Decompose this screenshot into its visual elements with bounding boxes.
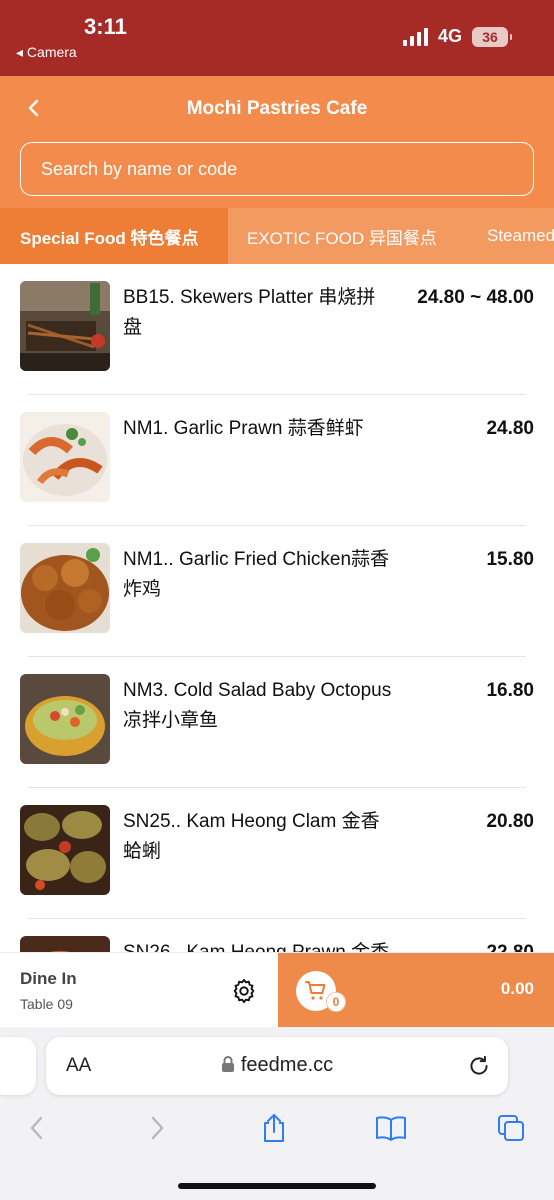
gear-icon bbox=[233, 978, 255, 1004]
tabs-icon bbox=[498, 1115, 524, 1141]
item-price: 15.80 bbox=[486, 549, 534, 570]
prawn-photo bbox=[20, 936, 110, 952]
url-text: feedme.cc bbox=[240, 1054, 334, 1076]
reload-icon bbox=[470, 1055, 488, 1075]
menu-item[interactable]: NM3. Cold Salad Baby Octopus 凉拌小章鱼 16.80 bbox=[0, 657, 554, 788]
menu-item[interactable]: SN26.. Kam Heong Prawn 金香鲜虾 22.80 bbox=[0, 919, 554, 952]
chicken-photo bbox=[20, 543, 110, 633]
browser-toolbar bbox=[0, 1111, 554, 1147]
battery-level: 36 bbox=[482, 28, 498, 45]
tab-steamed[interactable]: Steamed bbox=[487, 208, 554, 264]
menu-item[interactable]: NM1.. Garlic Fried Chicken蒜香炸鸡 15.80 bbox=[0, 526, 554, 657]
item-price: 24.80 bbox=[486, 418, 534, 439]
menu-item[interactable]: SN25.. Kam Heong Clam 金香蛤蜊 20.80 bbox=[0, 788, 554, 919]
order-bar: Dine In Table 09 0 0.00 bbox=[0, 952, 554, 1028]
item-price: 22.80 bbox=[486, 938, 534, 952]
item-name: NM1. Garlic Prawn 蒜香鲜虾 bbox=[123, 418, 364, 439]
home-indicator bbox=[178, 1183, 376, 1189]
browser-chrome: AA feedme.cc bbox=[0, 1027, 554, 1200]
item-name: BB15. Skewers Platter 串烧拼盘 bbox=[123, 287, 376, 338]
back-to-camera-link[interactable]: ◂ Camera bbox=[16, 44, 77, 61]
url-display[interactable]: feedme.cc bbox=[46, 1054, 508, 1077]
category-tabs: Special Food 特色餐点 EXOTIC FOOD 异国餐点 Steam… bbox=[0, 208, 554, 264]
share-icon bbox=[264, 1114, 284, 1142]
menu-item[interactable]: BB15. Skewers Platter 串烧拼盘 24.80 ~ 48.00 bbox=[0, 264, 554, 395]
item-price: 16.80 bbox=[486, 680, 534, 701]
status-indicators: 4G 36 bbox=[402, 26, 512, 47]
item-name: NM3. Cold Salad Baby Octopus 凉拌小章鱼 bbox=[123, 680, 392, 731]
page-title: Mochi Pastries Cafe bbox=[186, 98, 368, 119]
app-header: Mochi Pastries Cafe bbox=[0, 76, 554, 208]
browser-back-button[interactable] bbox=[20, 1111, 54, 1145]
browser-forward-button[interactable] bbox=[140, 1111, 174, 1145]
cart-count-badge: 0 bbox=[326, 992, 346, 1012]
lock-icon bbox=[221, 1056, 234, 1072]
signal-icon bbox=[402, 27, 428, 46]
item-name: SN26.. Kam Heong Prawn 金香鲜虾 bbox=[123, 938, 393, 952]
settings-button[interactable] bbox=[230, 977, 258, 1005]
status-time: 3:11 bbox=[84, 14, 127, 39]
cart-button[interactable]: 0 0.00 bbox=[278, 953, 554, 1028]
item-name: NM1.. Garlic Fried Chicken蒜香炸鸡 bbox=[123, 549, 390, 600]
skewers-photo bbox=[20, 281, 110, 371]
battery-icon: 36 bbox=[472, 26, 512, 47]
prawn-photo bbox=[20, 412, 110, 502]
chevron-left-icon bbox=[30, 1116, 43, 1140]
item-price: 20.80 bbox=[486, 811, 534, 832]
menu-item[interactable]: NM1. Garlic Prawn 蒜香鲜虾 24.80 bbox=[0, 395, 554, 526]
tabs-button[interactable] bbox=[494, 1111, 528, 1145]
dine-mode-label[interactable]: Dine In bbox=[20, 969, 77, 989]
bookmarks-button[interactable] bbox=[374, 1111, 408, 1145]
status-bar: 3:11 ◂ Camera 4G 36 bbox=[0, 0, 554, 76]
cart-icon bbox=[305, 981, 326, 1000]
reload-button[interactable] bbox=[466, 1053, 492, 1079]
item-name: SN25.. Kam Heong Clam 金香蛤蜊 bbox=[123, 811, 380, 862]
network-type: 4G bbox=[437, 26, 462, 46]
chevron-right-icon bbox=[151, 1116, 164, 1140]
search-input[interactable] bbox=[20, 142, 534, 196]
cart-total: 0.00 bbox=[500, 979, 534, 998]
octopus-salad-photo bbox=[20, 674, 110, 764]
share-button[interactable] bbox=[257, 1111, 291, 1145]
previous-tab-preview[interactable] bbox=[0, 1037, 36, 1095]
clam-photo bbox=[20, 805, 110, 895]
address-bar[interactable]: AA feedme.cc bbox=[46, 1037, 508, 1095]
tab-exotic-food[interactable]: EXOTIC FOOD 异国餐点 bbox=[247, 208, 437, 264]
item-price: 24.80 ~ 48.00 bbox=[417, 287, 534, 308]
table-label: Table 09 bbox=[20, 996, 73, 1012]
menu-list: BB15. Skewers Platter 串烧拼盘 24.80 ~ 48.00… bbox=[0, 264, 554, 952]
tab-special-food[interactable]: Special Food 特色餐点 bbox=[0, 208, 228, 264]
book-icon bbox=[376, 1116, 406, 1141]
